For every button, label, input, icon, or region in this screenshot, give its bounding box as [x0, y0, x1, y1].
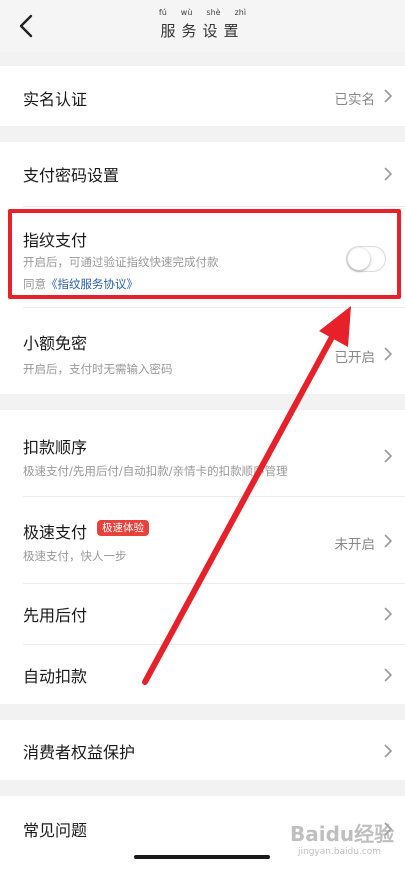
row-realname-value: 已实名 [334, 92, 376, 108]
chevron-right-icon [384, 607, 393, 621]
row-realname[interactable]: 实名认证 已实名 [0, 66, 405, 126]
section-deduction: 扣款顺序 极速支付/先用后付/自动扣款/亲情卡的扣款顺序管理 极速支付 极速支付… [0, 410, 405, 704]
row-pay-after[interactable]: 先用后付 [0, 584, 405, 644]
page-title: 服务设置 [160, 22, 245, 40]
row-consumer-rights[interactable]: 消费者权益保护 [0, 720, 405, 780]
pinyin-4: zhì [234, 8, 247, 17]
row-pay-password-title: 支付密码设置 [23, 166, 120, 185]
row-pay-password[interactable]: 支付密码设置 [0, 142, 405, 206]
row-quick-pay-value: 未开启 [334, 537, 376, 553]
chevron-right-icon [384, 668, 393, 682]
row-auto-deduct[interactable]: 自动扣款 [0, 645, 405, 704]
title-pinyin: fú wù shè zhì [0, 8, 405, 18]
chevron-right-icon [384, 167, 393, 181]
chevron-right-icon [384, 744, 393, 758]
quick-pay-badge: 极速体验 [97, 520, 149, 536]
pinyin-3: shè [206, 8, 221, 17]
chevron-right-icon [384, 534, 393, 548]
service-settings-page: fú wù shè zhì 服务设置 实名认证 已实名 支付密码设置 指纹支付 … [0, 0, 405, 869]
row-quick-pay-subtitle: 极速支付，快人一步 [23, 549, 127, 563]
page-title-group: fú wù shè zhì 服务设置 [0, 8, 405, 41]
baidu-watermark: Baidu经验 jingyan.baidu.com [290, 818, 400, 862]
row-small-amount-subtitle: 开启后，支付时无需输入密码 [23, 362, 173, 376]
row-pay-after-title: 先用后付 [23, 606, 88, 625]
pinyin-2: wù [180, 8, 193, 17]
section-consumer: 消费者权益保护 [0, 720, 405, 780]
pinyin-1: fú [158, 8, 167, 17]
row-deduction-order[interactable]: 扣款顺序 极速支付/先用后付/自动扣款/亲情卡的扣款顺序管理 [0, 410, 405, 496]
row-auto-deduct-title: 自动扣款 [23, 667, 88, 686]
chevron-right-icon [384, 89, 393, 103]
home-indicator[interactable] [134, 855, 270, 859]
row-consumer-title: 消费者权益保护 [23, 743, 136, 762]
row-small-amount-title: 小额免密 [23, 334, 88, 353]
row-realname-title: 实名认证 [23, 90, 88, 109]
highlight-box [8, 209, 401, 299]
chevron-right-icon [384, 449, 393, 463]
chevron-right-icon [384, 347, 393, 361]
watermark-sub: jingyan.baidu.com [298, 847, 382, 857]
row-faq-title: 常见问题 [23, 821, 88, 840]
row-deduction-title: 扣款顺序 [23, 438, 88, 457]
row-small-amount[interactable]: 小额免密 开启后，支付时无需输入密码 已开启 [0, 308, 405, 394]
row-quick-pay-title: 极速支付 [23, 523, 88, 542]
row-small-amount-value: 已开启 [334, 350, 376, 366]
watermark-text: Baidu经验 [290, 822, 395, 846]
row-quick-pay[interactable]: 极速支付 极速支付，快人一步 未开启 [0, 497, 405, 583]
row-deduction-subtitle: 极速支付/先用后付/自动扣款/亲情卡的扣款顺序管理 [23, 464, 288, 478]
nav-header: fú wù shè zhì 服务设置 [0, 0, 405, 52]
section-realname: 实名认证 已实名 [0, 66, 405, 126]
